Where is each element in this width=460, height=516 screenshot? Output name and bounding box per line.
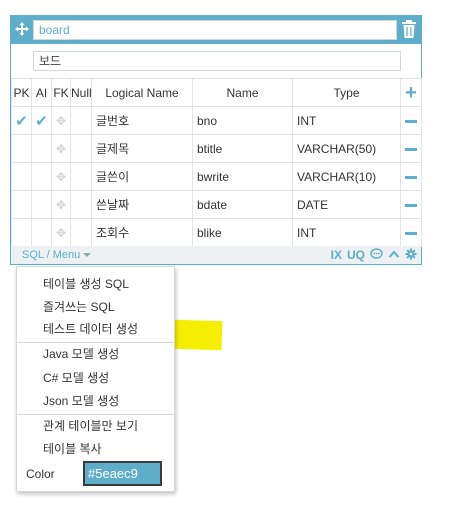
remove-column-button[interactable] <box>400 190 422 219</box>
menu-item-favorite-sql[interactable]: 즐겨쓰는 SQL <box>43 300 115 314</box>
ai-header: AI <box>31 78 52 107</box>
move-handle-icon: ✥ <box>55 113 67 128</box>
name-cell[interactable]: bwrite <box>192 162 293 191</box>
type-cell[interactable]: VARCHAR(10) <box>292 162 401 191</box>
fk-header: FK <box>51 78 71 107</box>
name-cell[interactable]: btitle <box>192 134 293 163</box>
minus-icon <box>405 119 417 123</box>
pk-header: PK <box>11 78 32 107</box>
null-cell[interactable] <box>70 106 92 135</box>
name-header: Name <box>192 78 293 107</box>
ai-cell[interactable] <box>31 162 52 191</box>
remove-column-button[interactable] <box>400 106 422 135</box>
type-cell[interactable]: INT <box>292 106 401 135</box>
logical-name-cell[interactable]: 조회수 <box>91 218 193 247</box>
move-icon[interactable] <box>13 21 31 39</box>
table-card: board 보드 PK AI FK Null Logical Name Name… <box>10 15 422 265</box>
fk-cell: ✥ <box>51 218 71 247</box>
table-name-input[interactable]: board <box>33 20 397 40</box>
minus-icon <box>405 203 417 207</box>
add-column-button[interactable]: + <box>400 78 422 107</box>
logical-name-cell[interactable]: 쓴날짜 <box>91 190 193 219</box>
type-cell[interactable]: DATE <box>292 190 401 219</box>
remove-column-button[interactable] <box>400 134 422 163</box>
ai-cell[interactable] <box>31 134 52 163</box>
type-cell[interactable]: INT <box>292 218 401 247</box>
menu-item-copy-table[interactable]: 테이블 복사 <box>43 442 102 456</box>
gear-icon[interactable] <box>405 248 417 263</box>
menu-item-create-table-sql[interactable]: 테이블 생성 SQL <box>43 277 129 291</box>
unique-button[interactable]: UQ <box>347 248 365 262</box>
sql-dropdown-menu: 테이블 생성 SQL 즐겨쓰는 SQL 테스트 데이터 생성 Java 모델 생… <box>16 266 175 492</box>
ai-cell[interactable]: ✔ <box>31 106 52 135</box>
pk-cell[interactable]: ✔ <box>11 106 32 135</box>
minus-icon <box>405 231 417 235</box>
index-button[interactable]: IX <box>331 248 342 262</box>
table-header-row: PK AI FK Null Logical Name Name Type + <box>11 78 422 107</box>
logical-name-cell[interactable]: 글번호 <box>91 106 193 135</box>
color-label: Color <box>26 467 55 481</box>
pk-cell[interactable] <box>11 190 32 219</box>
null-cell[interactable] <box>70 190 92 219</box>
fk-cell: ✥ <box>51 106 71 135</box>
logical-name-cell[interactable]: 글쓴이 <box>91 162 193 191</box>
null-header: Null <box>70 78 92 107</box>
type-header: Type <box>292 78 401 107</box>
column-row: ✥ 조회수 blike INT <box>11 218 422 247</box>
pk-cell[interactable] <box>11 162 32 191</box>
column-row: ✥ 글쓴이 bwrite VARCHAR(10) <box>11 162 422 191</box>
check-icon: ✔ <box>15 112 28 130</box>
sql-menu-label: SQL / Menu <box>22 249 81 261</box>
color-input[interactable]: #5eaec9 <box>83 461 162 486</box>
table-titlebar: board <box>11 16 421 44</box>
sql-menu-button[interactable]: SQL / Menu <box>22 248 92 262</box>
minus-icon <box>405 175 417 179</box>
type-cell[interactable]: VARCHAR(50) <box>292 134 401 163</box>
trash-icon <box>402 20 416 38</box>
move-handle-icon: ✥ <box>55 197 67 212</box>
ai-cell[interactable] <box>31 218 52 247</box>
column-row: ✥ 글제목 btitle VARCHAR(50) <box>11 134 422 163</box>
null-cell[interactable] <box>70 218 92 247</box>
null-cell[interactable] <box>70 134 92 163</box>
table-footer: SQL / Menu IX UQ <box>11 246 421 264</box>
move-handle-icon: ✥ <box>55 225 67 240</box>
column-row: ✥ 쓴날짜 bdate DATE <box>11 190 422 219</box>
column-row: ✔ ✔ ✥ 글번호 bno INT <box>11 106 422 135</box>
columns-table: PK AI FK Null Logical Name Name Type + ✔… <box>11 78 422 247</box>
chevron-up-icon[interactable] <box>388 248 400 262</box>
footer-tools: IX UQ <box>331 247 417 263</box>
arrows-move-icon <box>15 22 29 36</box>
menu-divider <box>17 414 174 415</box>
name-cell[interactable]: bno <box>192 106 293 135</box>
menu-item-show-related-tables[interactable]: 관계 테이블만 보기 <box>43 419 138 433</box>
logical-name-cell[interactable]: 글제목 <box>91 134 193 163</box>
menu-divider <box>17 342 174 343</box>
plus-icon: + <box>405 81 417 104</box>
pk-cell[interactable] <box>11 134 32 163</box>
delete-table-button[interactable] <box>400 19 420 41</box>
pk-cell[interactable] <box>11 218 32 247</box>
caret-down-icon <box>83 253 92 258</box>
remove-column-button[interactable] <box>400 162 422 191</box>
menu-item-java-model[interactable]: Java 모델 생성 <box>43 347 119 361</box>
name-cell[interactable]: blike <box>192 218 293 247</box>
fk-cell: ✥ <box>51 190 71 219</box>
ai-cell[interactable] <box>31 190 52 219</box>
name-cell[interactable]: bdate <box>192 190 293 219</box>
menu-item-csharp-model[interactable]: C# 모델 생성 <box>43 371 109 385</box>
fk-cell: ✥ <box>51 162 71 191</box>
move-handle-icon: ✥ <box>55 141 67 156</box>
logical-name-header: Logical Name <box>91 78 193 107</box>
remove-column-button[interactable] <box>400 218 422 247</box>
menu-item-generate-test-data[interactable]: 테스트 데이터 생성 <box>43 322 138 336</box>
fk-cell: ✥ <box>51 134 71 163</box>
move-handle-icon: ✥ <box>55 169 67 184</box>
null-cell[interactable] <box>70 162 92 191</box>
minus-icon <box>405 147 417 151</box>
comment-icon[interactable] <box>370 247 383 263</box>
check-icon: ✔ <box>35 112 48 130</box>
menu-item-json-model[interactable]: Json 모델 생성 <box>43 394 119 408</box>
table-comment-input[interactable]: 보드 <box>33 51 401 71</box>
